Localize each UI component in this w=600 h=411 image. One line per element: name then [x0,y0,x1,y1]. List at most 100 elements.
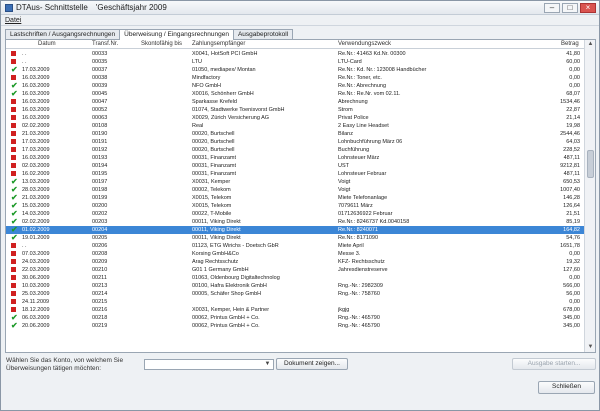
cell-zweck: Re.Nr.: 8240071 [338,227,379,233]
cell-empfaenger: 00062, Printus GmbH + Co. [192,315,260,321]
cell-betrag: 0,00 [569,299,580,305]
table-row[interactable]: 10.03.2009 00213 00100, Hafra Elektronik G… [6,282,585,290]
cell-zweck: 2 Easy Line Headset [338,123,389,129]
maximize-icon[interactable]: □ [562,2,578,13]
table-row[interactable]: ✔ 13.03.2009 00197 X0031, Kemper Voigt 650,53 [6,178,585,186]
cell-betrag: 487,11 [563,155,580,161]
cell-empfaenger: 00011, Viking Direkt [192,227,241,233]
minimize-icon[interactable]: – [544,2,560,13]
table-row[interactable]: 18.12.2009 00216 X0031, Kemper, Hein & Par… [6,306,585,314]
table-row[interactable]: ✔ 16.03.2009 00039 NFO GmbH Re.Nr.: Abrechnu… [6,82,585,90]
cell-zweck: Re.Nr.: Kd. Nr.: 123008 Handbücher [338,67,427,73]
table-row[interactable]: 24.03.2009 00209 Arag Rechtsschutz KFZ- Rec… [6,258,585,266]
cell-zweck: Re.Nr.: Toner, etc. [338,75,382,81]
close-icon[interactable]: × [580,2,596,13]
cell-transf-nr: 00203 [92,219,108,225]
cell-transf-nr: 00218 [92,315,108,321]
cell-datum: 21.03.2009 [22,131,50,137]
title-bar: DTAus- Schnittstelle 'Geschäftsjahr 2009… [1,1,599,15]
menu-datei[interactable]: Datei [5,17,21,24]
table-row[interactable]: ✔ 02.02.2009 00203 00011, Viking Direkt Re.N… [6,218,585,226]
cell-transf-nr: 00037 [92,67,108,73]
tab-ueberweisung[interactable]: Überweisung / Eingangsrechnungen [119,29,234,40]
cell-datum: . . [22,59,27,65]
table-row[interactable]: 02.02.2009 00108 Real 2 Easy Line Headset 19… [6,122,585,130]
cell-betrag: 678,00 [563,307,580,313]
table-row[interactable]: ✔ 17.03.2009 00037 01050, mediapex/ Montan R… [6,66,585,74]
cell-betrag: 19,32 [566,259,580,265]
cell-betrag: 228,52 [563,147,580,153]
chevron-down-icon[interactable]: ▼ [263,361,272,368]
table-row[interactable]: ✔ 06.03.2009 00218 00062, Printus GmbH + Co… [6,314,585,322]
table-row[interactable]: 16.03.2009 00052 01074, Stadtwerke Toenisv… [6,106,585,114]
cell-datum: 02.02.2009 [22,219,50,225]
table-row[interactable]: ✔ 16.03.2009 00045 X0016, Schönherr GmbH Re.… [6,90,585,98]
table-row[interactable]: 30.06.2009 00211 01063, Oldenbourg Digital… [6,274,585,282]
table-row[interactable]: ✔ 20.06.2009 00219 00062, Printus GmbH + Co… [6,322,585,330]
cell-betrag: 56,00 [566,291,580,297]
table-row[interactable]: 07.03.2009 00208 Korsing GmbH&Co Messe 3. 0,… [6,250,585,258]
tab-lastschriften[interactable]: Lastschriften / Ausgangsrechnungen [5,29,121,39]
scroll-up-icon[interactable]: ▲ [586,40,595,49]
cell-datum: 02.02.2009 [22,123,50,129]
col-header-empfaenger[interactable]: Zahlungsempfänger [192,41,245,47]
tab-strip: Lastschriften / Ausgangsrechnungen Überw… [5,29,294,40]
col-header-skonto[interactable]: Skontofähig bis [141,41,182,47]
account-select[interactable]: ▼ [144,359,274,370]
col-header-zweck[interactable]: Verwendungszweck [338,41,391,47]
cell-empfaenger: X0029, Zürich Versicherung AG [192,115,270,121]
cell-empfaenger: X0015, Telekom [192,195,232,201]
table-row[interactable]: 16.03.2009 00047 Sparkasse Krefeld Abrechnu… [6,98,585,106]
col-header-transf-nr[interactable]: Transf.Nr. [92,41,118,47]
col-header-datum[interactable]: Datum [38,41,56,47]
table-row[interactable]: 02.03.2009 00194 00031, Finanzamt UST 9212,8… [6,162,585,170]
cell-empfaenger: 00031, Finanzamt [192,171,237,177]
col-header-betrag[interactable]: Betrag [561,41,579,47]
table-row[interactable]: 21.03.2009 00190 00020, Burtschell Bilanz 25… [6,130,585,138]
show-document-button[interactable]: Dokument zeigen... [276,358,348,370]
cell-datum: 16.02.2009 [22,171,50,177]
table-row[interactable]: ✔ 28.03.2009 00198 00002, Telekom Voigt 1007,… [6,186,585,194]
cell-zweck: KFZ- Rechtsschutz [338,259,385,265]
cell-empfaenger: Sparkasse Krefeld [192,99,237,105]
cell-zweck: Rng.-Nr.: 2982309 [338,283,383,289]
table-row[interactable]: 16.03.2009 00038 Mindfactory Re.Nr.: Toner,… [6,74,585,82]
table-row[interactable]: 25.03.2009 00214 00005, Schäfer Shop GmbH R… [6,290,585,298]
table-row[interactable]: ✔ 19.01.2009 00205 00011, Viking Direkt Re.N… [6,234,585,242]
table-row[interactable]: 17.03.2009 00191 00020, Burtschell Lohnbuch… [6,138,585,146]
cell-empfaenger: X0041, HotSoft PCI GmbH [192,51,258,57]
table-row[interactable]: ✔ 15.03.2009 00200 X0015, Telekom 7079611 Mä… [6,202,585,210]
table-row[interactable]: 24.11.2009 00215 0,00 [6,298,585,306]
table-row[interactable]: 16.03.2009 00193 00031, Finanzamt Lohnsteue… [6,154,585,162]
cell-empfaenger: X0015, Telekom [192,203,232,209]
close-button[interactable]: Schließen [538,381,595,394]
cell-betrag: 0,00 [569,83,580,89]
tab-ausgabeprotokoll[interactable]: Ausgabeprotokoll [232,29,294,39]
cell-zweck: Miete April [338,243,364,249]
cell-betrag: 650,53 [563,179,580,185]
vertical-scrollbar[interactable]: ▲ ▼ [584,40,595,352]
table-row[interactable]: . . 00033 X0041, HotSoft PCI GmbH Re.Nr.: 4… [6,50,585,58]
cell-transf-nr: 00204 [92,227,108,233]
cell-empfaenger: 00100, Hafra Elektronik GmbH [192,283,267,289]
table-row[interactable]: 16.03.2009 00063 X0029, Zürich Versicherun… [6,114,585,122]
cell-transf-nr: 00195 [92,171,108,177]
table-row[interactable]: . . 00035 LTU LTU-Card 60,00 [6,58,585,66]
table-row[interactable]: ✔ 14.03.2009 00202 00022, T-Mobile 017126369… [6,210,585,218]
start-output-button[interactable]: Ausgabe starten... [512,358,596,370]
cell-datum: 17.03.2009 [22,139,50,145]
table-row[interactable]: ✔ 21.03.2009 00199 X0015, Telekom Miete Tele… [6,194,585,202]
cell-empfaenger: 00022, T-Mobile [192,211,232,217]
cell-zweck: jkgjg [338,307,350,313]
table-row[interactable]: 22.03.2009 00210 G01 1 Germany GmbH Jahresd… [6,266,585,274]
scroll-thumb[interactable] [587,150,594,178]
cell-betrag: 21,51 [566,211,580,217]
table-row[interactable]: 17.03.2009 00192 00020, Burtschell Buchführ… [6,146,585,154]
cell-datum: 16.03.2009 [22,107,50,113]
scroll-down-icon[interactable]: ▼ [586,343,595,352]
table-row[interactable]: ✔ 01.02.2009 00204 00011, Viking Direkt Re.N… [6,226,585,234]
cell-betrag: 60,00 [566,59,580,65]
table-row[interactable]: . . 00206 01123, ETG Wirichs - Doetsch GbR… [6,242,585,250]
table-row[interactable]: 16.02.2009 00195 00031, Finanzamt Lohnsteue… [6,170,585,178]
cell-zweck: Privat Police [338,115,369,121]
